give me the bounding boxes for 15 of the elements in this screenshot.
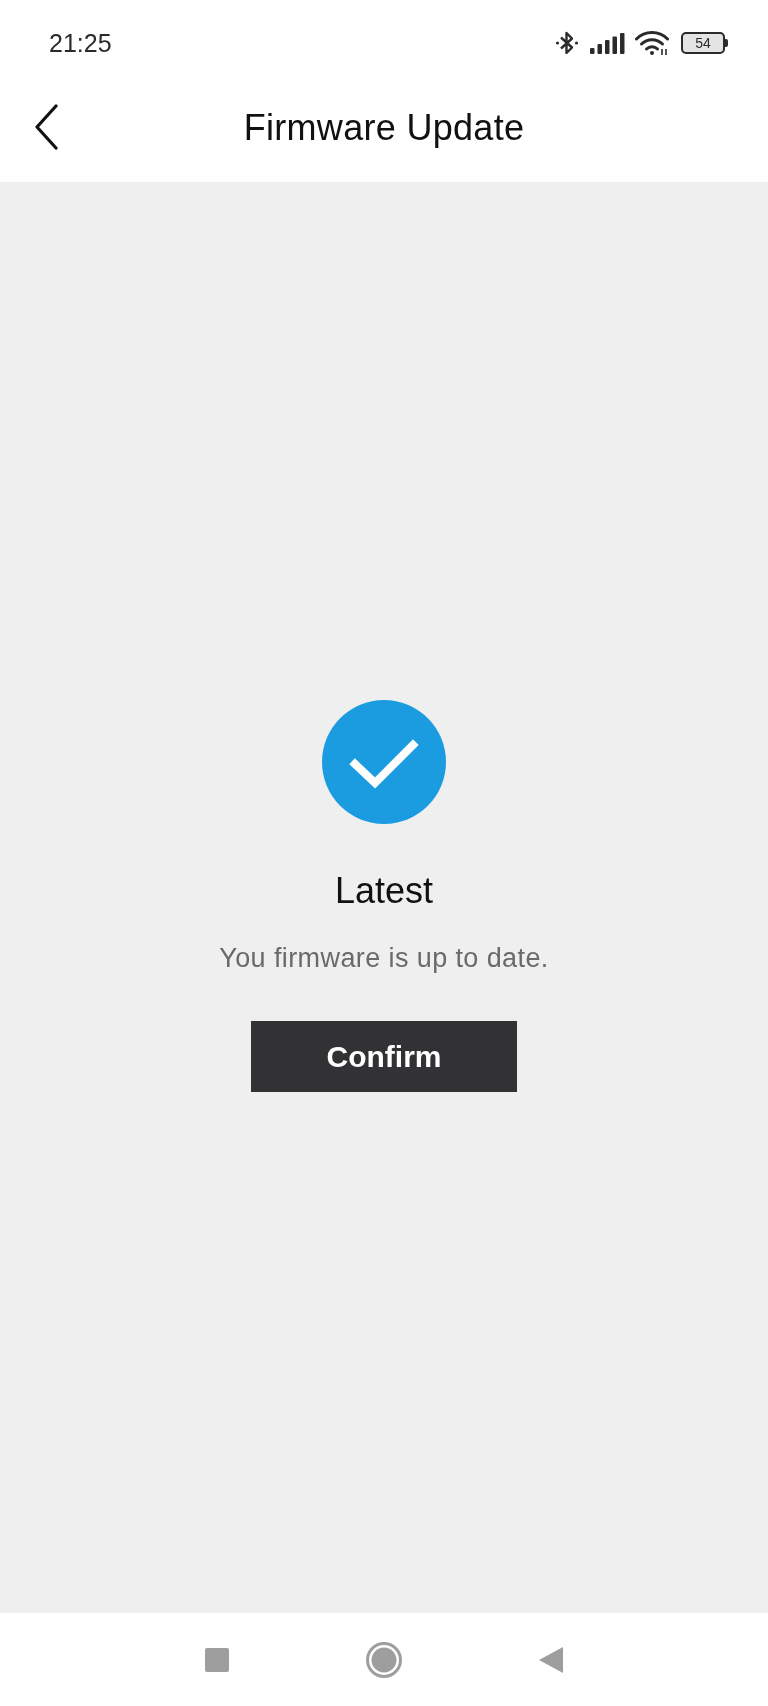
checkmark-circle-icon — [322, 700, 446, 824]
triangle-icon — [539, 1646, 563, 1673]
page-title: Firmware Update — [243, 107, 525, 150]
confirm-button[interactable]: Confirm — [251, 1021, 517, 1092]
home-button[interactable] — [364, 1639, 404, 1680]
status-message: You firmware is up to date. — [219, 942, 549, 974]
status-time: 21:25 — [49, 28, 112, 58]
square-icon — [205, 1647, 229, 1672]
battery-icon: 54 — [681, 32, 728, 54]
signal-icon — [590, 32, 625, 54]
bluetooth-icon — [554, 30, 580, 56]
circle-icon — [366, 1641, 402, 1678]
wifi-icon — [635, 31, 669, 55]
status-title: Latest — [334, 870, 434, 912]
chevron-left-icon — [34, 104, 58, 150]
